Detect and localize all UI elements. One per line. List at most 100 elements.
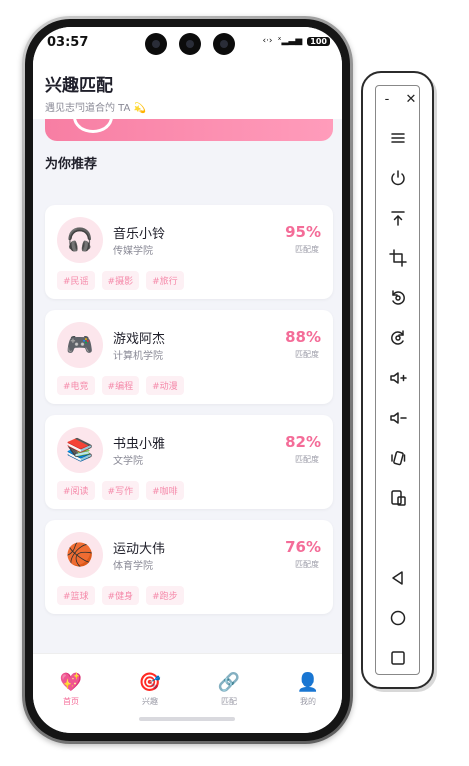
match-score-label: 匹配度 — [295, 455, 319, 464]
home-icon — [390, 610, 406, 626]
home-indicator[interactable] — [139, 717, 235, 721]
interest-tag[interactable]: #写作 — [101, 481, 140, 500]
rotate-right-icon — [391, 330, 404, 345]
status-bar: 03:57 ‹·› ˣ▂▃▅ 100 — [33, 27, 342, 57]
power-icon — [391, 170, 405, 186]
phone-bezel: 03:57 ‹·› ˣ▂▃▅ 100 兴趣匹配 遇见志同道合的 TA 💫 为你推… — [25, 19, 350, 741]
camera-icon — [179, 33, 201, 55]
rotate-left-icon — [392, 290, 405, 305]
interest-tags: #篮球 #健身 #跑步 — [57, 586, 184, 605]
match-score: 95% — [285, 223, 321, 241]
match-name: 书虫小雅 — [113, 437, 166, 452]
screenshot-button[interactable] — [386, 486, 410, 510]
section-title: 为你推荐 — [45, 157, 98, 172]
phone-frame: 03:57 ‹·› ˣ▂▃▅ 100 兴趣匹配 遇见志同道合的 TA 💫 为你推… — [22, 16, 353, 744]
emulator-stage: 03:57 ‹·› ˣ▂▃▅ 100 兴趣匹配 遇见志同道合的 TA 💫 为你推… — [0, 0, 469, 766]
match-score: 88% — [285, 328, 321, 346]
volume-up-icon — [390, 372, 407, 384]
power-button[interactable] — [386, 166, 410, 190]
close-button[interactable]: ✕ — [404, 92, 418, 107]
page-title: 兴趣匹配 — [45, 76, 113, 96]
match-school: 文学院 — [113, 456, 143, 467]
tab-label: 首页 — [63, 697, 79, 706]
match-score: 82% — [285, 433, 321, 451]
books-icon: 📚 — [57, 427, 103, 473]
interest-tag[interactable]: #健身 — [101, 586, 140, 605]
toolbar-window-controls: - ✕ — [380, 92, 418, 107]
interest-tag[interactable]: #摄影 — [101, 271, 140, 290]
emulator-toolbar-panel: - ✕ — [375, 85, 420, 675]
link-icon: 🔗 — [217, 672, 241, 693]
match-card[interactable]: 🎧 音乐小铃 传媒学院 95% 匹配度 #民谣 #摄影 #旅行 — [45, 205, 333, 299]
interest-tags: #民谣 #摄影 #旅行 — [57, 271, 184, 290]
tab-target[interactable]: 🎯 兴趣 — [120, 672, 180, 707]
crop-icon — [389, 249, 407, 267]
shake-button[interactable] — [386, 446, 410, 470]
match-card[interactable]: 🏀 运动大伟 体育学院 76% 匹配度 #篮球 #健身 #跑步 — [45, 520, 333, 614]
match-score-label: 匹配度 — [295, 350, 319, 359]
interest-tags: #阅读 #写作 #咖啡 — [57, 481, 184, 500]
volume-down-icon — [390, 412, 407, 424]
rotate-left-button[interactable] — [386, 286, 410, 310]
tab-link[interactable]: 🔗 匹配 — [199, 672, 259, 707]
gamepad-icon: 🎮 — [57, 322, 103, 368]
menu-icon — [391, 133, 405, 143]
tab-label: 我的 — [300, 697, 316, 706]
overview-button[interactable] — [386, 646, 410, 670]
heart-icon: 💖 — [59, 672, 83, 693]
target-icon: 🎯 — [138, 672, 162, 693]
match-name: 运动大伟 — [113, 542, 166, 557]
system-icons: ‹·› ˣ▂▃▅ 100 — [262, 36, 330, 46]
interest-tag[interactable]: #旅行 — [146, 271, 184, 290]
status-time: 03:57 — [47, 34, 89, 50]
interest-tag[interactable]: #咖啡 — [146, 481, 184, 500]
basketball-icon: 🏀 — [57, 532, 103, 578]
phone-screen: 03:57 ‹·› ˣ▂▃▅ 100 兴趣匹配 遇见志同道合的 TA 💫 为你推… — [33, 27, 342, 733]
match-name: 音乐小铃 — [113, 227, 166, 242]
match-score: 76% — [285, 538, 321, 556]
match-card[interactable]: 📚 书虫小雅 文学院 82% 匹配度 #阅读 #写作 #咖啡 — [45, 415, 333, 509]
overview-icon — [391, 651, 405, 665]
match-school: 体育学院 — [113, 561, 153, 572]
match-banner[interactable] — [45, 101, 333, 141]
shake-icon — [391, 451, 406, 466]
match-school: 计算机学院 — [113, 351, 163, 362]
match-score-label: 匹配度 — [295, 560, 319, 569]
interest-tag[interactable]: #篮球 — [57, 586, 95, 605]
upload-button[interactable] — [386, 206, 410, 230]
volume-up-button[interactable] — [386, 366, 410, 390]
match-school: 传媒学院 — [113, 246, 153, 257]
interest-tag[interactable]: #编程 — [101, 376, 140, 395]
interest-tag[interactable]: #民谣 — [57, 271, 95, 290]
upload-icon — [391, 211, 405, 226]
headphones-icon: 🎧 — [57, 217, 103, 263]
interest-tag[interactable]: #阅读 — [57, 481, 95, 500]
battery-badge: 100 — [307, 36, 330, 46]
back-button[interactable] — [386, 566, 410, 590]
interest-tag[interactable]: #跑步 — [146, 586, 184, 605]
emulator-toolbar: - ✕ — [361, 71, 434, 689]
camera-icon — [145, 33, 167, 55]
interest-tags: #电竞 #编程 #动漫 — [57, 376, 184, 395]
tab-label: 兴趣 — [142, 697, 158, 706]
minimize-button[interactable]: - — [380, 92, 394, 107]
tab-heart[interactable]: 💖 首页 — [41, 672, 101, 707]
rotate-right-button[interactable] — [386, 326, 410, 350]
volume-down-button[interactable] — [386, 406, 410, 430]
crop-button[interactable] — [386, 246, 410, 270]
tab-user[interactable]: 👤 我的 — [278, 672, 338, 707]
signal-icon: ˣ▂▃▅ — [277, 36, 303, 46]
data-transfer-icon: ‹·› — [262, 36, 273, 46]
camera-cutouts — [145, 33, 235, 55]
user-icon: 👤 — [296, 672, 320, 693]
home-button[interactable] — [386, 606, 410, 630]
interest-tag[interactable]: #动漫 — [146, 376, 184, 395]
banner-ring-decoration — [73, 101, 113, 133]
back-icon — [392, 571, 403, 585]
menu-button[interactable] — [386, 126, 410, 150]
match-score-label: 匹配度 — [295, 245, 319, 254]
camera-icon — [213, 33, 235, 55]
match-card[interactable]: 🎮 游戏阿杰 计算机学院 88% 匹配度 #电竞 #编程 #动漫 — [45, 310, 333, 404]
interest-tag[interactable]: #电竞 — [57, 376, 95, 395]
bottom-tab-bar: 💖 首页 🎯 兴趣 🔗 匹配 👤 我的 — [33, 653, 342, 733]
